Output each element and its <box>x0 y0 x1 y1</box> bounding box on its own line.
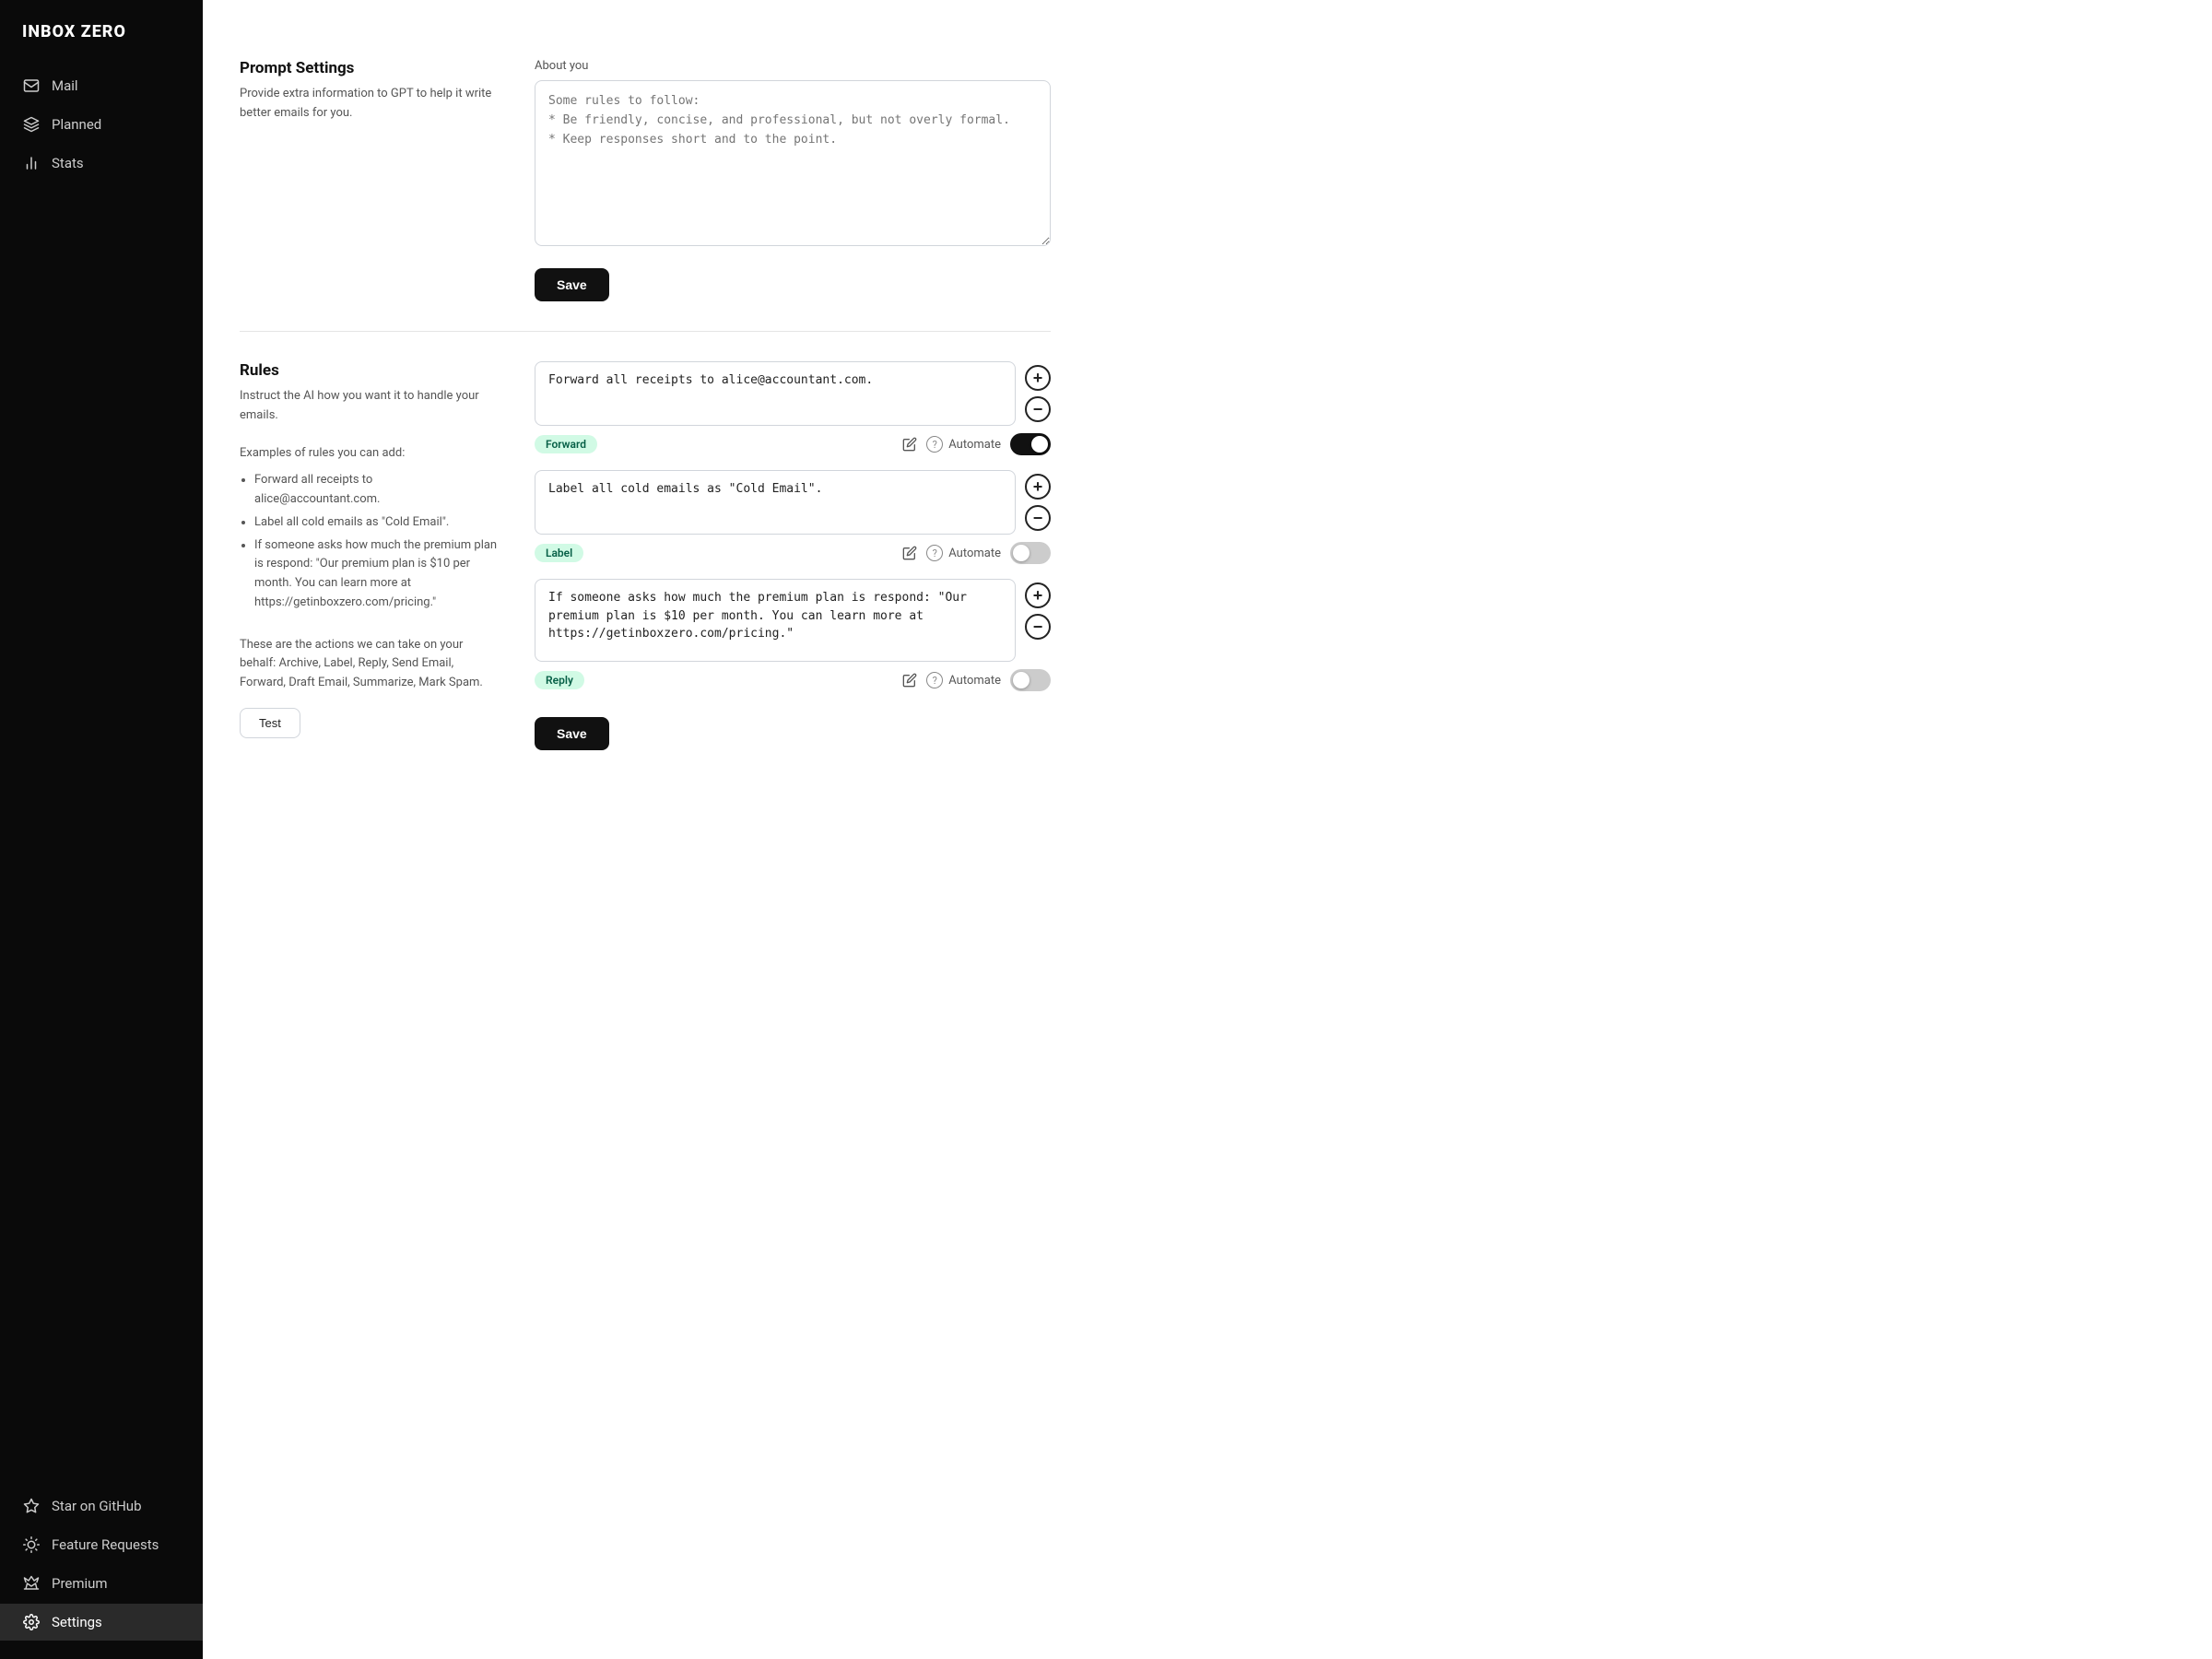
about-textarea[interactable] <box>535 80 1051 246</box>
mail-icon <box>22 76 41 95</box>
sidebar-item-settings[interactable]: Settings <box>0 1604 203 1641</box>
rules-save-button[interactable]: Save <box>535 717 609 750</box>
edit-icon <box>902 673 917 688</box>
sidebar-item-premium-label: Premium <box>52 1575 108 1592</box>
rule-2-textarea[interactable]: Label all cold emails as "Cold Email". <box>535 470 1016 535</box>
star-icon <box>22 1497 41 1515</box>
prompt-settings-title: Prompt Settings <box>240 59 498 77</box>
rule-1-remove-button[interactable]: − <box>1025 396 1051 422</box>
planned-icon <box>22 115 41 134</box>
rules-section: Rules Instruct the AI how you want it to… <box>240 332 1051 780</box>
rule-1-edit-button[interactable] <box>902 437 917 452</box>
rule-1-actions: ? Automate <box>902 433 1051 455</box>
rule-3-toggle-thumb <box>1013 672 1030 688</box>
rule-2-toggle[interactable] <box>1010 542 1051 564</box>
rules-title: Rules <box>240 361 498 380</box>
rules-test-button[interactable]: Test <box>240 708 300 738</box>
rule-1-btn-group: + − <box>1025 361 1051 422</box>
prompt-settings-save-button[interactable]: Save <box>535 268 609 301</box>
rule-2-footer: Label ? Automate <box>535 542 1051 564</box>
sidebar-item-planned[interactable]: Planned <box>0 106 203 143</box>
sidebar-item-settings-label: Settings <box>52 1614 102 1630</box>
rule-1-automate-label: ? Automate <box>926 436 1001 453</box>
rule-1-input-row: Forward all receipts to alice@accountant… <box>535 361 1051 426</box>
rule-1-toggle-track <box>1010 433 1051 455</box>
sidebar-bottom: Star on GitHub Feature Requests <box>0 1473 203 1641</box>
rule-2-automate-label: ? Automate <box>926 545 1001 561</box>
app-logo: INBOX ZERO <box>0 22 203 67</box>
rules-desc-text: Instruct the AI how you want it to handl… <box>240 389 479 422</box>
rule-1-badge: Forward <box>535 435 597 453</box>
rule-block-2: Label all cold emails as "Cold Email". +… <box>535 470 1051 564</box>
sidebar-item-stats-label: Stats <box>52 155 84 171</box>
sidebar-item-mail-label: Mail <box>52 77 78 94</box>
rule-2-edit-button[interactable] <box>902 546 917 560</box>
rule-1-add-button[interactable]: + <box>1025 365 1051 391</box>
rule-block-3: If someone asks how much the premium pla… <box>535 579 1051 691</box>
bulb-icon <box>22 1535 41 1554</box>
rule-3-toggle[interactable] <box>1010 669 1051 691</box>
sidebar-item-premium[interactable]: Premium <box>0 1565 203 1602</box>
rule-1-toggle[interactable] <box>1010 433 1051 455</box>
rules-example-2: Label all cold emails as "Cold Email". <box>254 513 498 533</box>
rule-3-help-icon[interactable]: ? <box>926 672 943 688</box>
sidebar-item-feature-requests[interactable]: Feature Requests <box>0 1526 203 1563</box>
rule-2-add-button[interactable]: + <box>1025 474 1051 500</box>
sidebar-item-planned-label: Planned <box>52 116 101 133</box>
rule-2-remove-button[interactable]: − <box>1025 505 1051 531</box>
content-area: Prompt Settings Provide extra informatio… <box>203 0 1088 809</box>
rules-actions-desc: These are the actions we can take on you… <box>240 638 483 690</box>
prompt-settings-right: About you Save <box>535 59 1051 301</box>
rule-2-btn-group: + − <box>1025 470 1051 531</box>
sidebar-item-star-github-label: Star on GitHub <box>52 1498 142 1514</box>
rule-3-actions: ? Automate <box>902 669 1051 691</box>
rule-3-edit-button[interactable] <box>902 673 917 688</box>
gear-icon <box>22 1613 41 1631</box>
rule-2-badge: Label <box>535 544 583 562</box>
rule-3-input-row: If someone asks how much the premium pla… <box>535 579 1051 662</box>
rules-example-1: Forward all receipts to alice@accountant… <box>254 471 498 510</box>
sidebar-nav: Mail Planned Stats <box>0 67 203 1473</box>
stats-icon <box>22 154 41 172</box>
rule-1-footer: Forward ? Automate <box>535 433 1051 455</box>
rule-2-actions: ? Automate <box>902 542 1051 564</box>
prompt-settings-left: Prompt Settings Provide extra informatio… <box>240 59 498 301</box>
main-content: Prompt Settings Provide extra informatio… <box>203 0 2212 1659</box>
rule-1-toggle-thumb <box>1031 436 1048 453</box>
prompt-settings-section: Prompt Settings Provide extra informatio… <box>240 29 1051 332</box>
rule-3-toggle-track <box>1010 669 1051 691</box>
sidebar-item-feature-requests-label: Feature Requests <box>52 1536 159 1553</box>
rules-examples-list: Forward all receipts to alice@accountant… <box>240 471 498 613</box>
rule-1-textarea[interactable]: Forward all receipts to alice@accountant… <box>535 361 1016 426</box>
edit-icon <box>902 546 917 560</box>
rule-2-toggle-track <box>1010 542 1051 564</box>
rule-3-btn-group: + − <box>1025 579 1051 640</box>
rule-3-footer: Reply ? Automate <box>535 669 1051 691</box>
rules-examples-title: Examples of rules you can add: <box>240 446 405 460</box>
sidebar-item-mail[interactable]: Mail <box>0 67 203 104</box>
rule-2-toggle-thumb <box>1013 545 1030 561</box>
sidebar-item-stats[interactable]: Stats <box>0 145 203 182</box>
rules-left: Rules Instruct the AI how you want it to… <box>240 361 498 750</box>
sidebar: INBOX ZERO Mail Planned <box>0 0 203 1659</box>
rules-right: Forward all receipts to alice@accountant… <box>535 361 1051 750</box>
rule-3-automate-label: ? Automate <box>926 672 1001 688</box>
rule-3-add-button[interactable]: + <box>1025 582 1051 608</box>
rule-2-help-icon[interactable]: ? <box>926 545 943 561</box>
crown-icon <box>22 1574 41 1593</box>
rules-description: Instruct the AI how you want it to handl… <box>240 387 498 693</box>
about-label: About you <box>535 59 1051 73</box>
rules-example-3: If someone asks how much the premium pla… <box>254 536 498 613</box>
edit-icon <box>902 437 917 452</box>
rule-block-1: Forward all receipts to alice@accountant… <box>535 361 1051 455</box>
rule-3-textarea[interactable]: If someone asks how much the premium pla… <box>535 579 1016 662</box>
prompt-settings-description: Provide extra information to GPT to help… <box>240 85 498 124</box>
sidebar-item-star-github[interactable]: Star on GitHub <box>0 1488 203 1524</box>
rule-3-badge: Reply <box>535 671 584 689</box>
rule-1-help-icon[interactable]: ? <box>926 436 943 453</box>
rule-2-input-row: Label all cold emails as "Cold Email". +… <box>535 470 1051 535</box>
rule-3-remove-button[interactable]: − <box>1025 614 1051 640</box>
